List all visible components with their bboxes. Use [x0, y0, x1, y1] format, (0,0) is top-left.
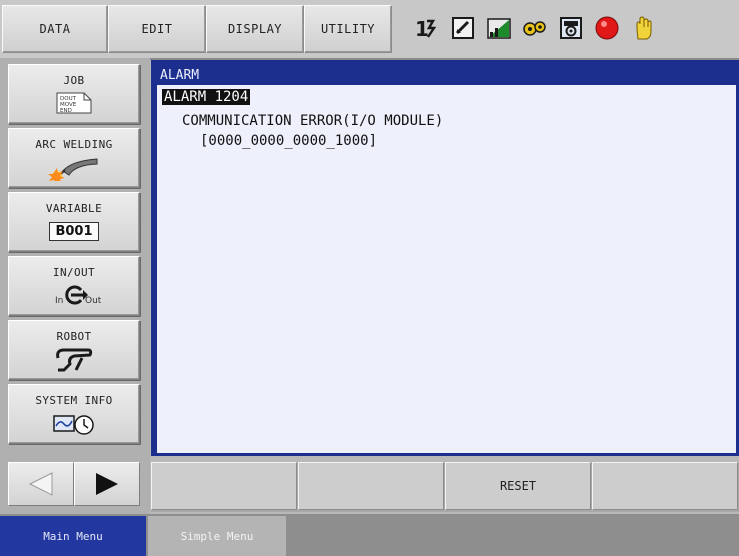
- next-page-button[interactable]: [74, 462, 140, 506]
- alarm-display: ALARM ALARM 1204 COMMUNICATION ERROR(I/O…: [154, 63, 736, 453]
- job-icon: DOUT MOVE END: [54, 91, 94, 115]
- tab-simple-menu[interactable]: Simple Menu: [148, 516, 286, 556]
- arrow-left-icon: [28, 472, 53, 496]
- sidebar-item-robot[interactable]: ROBOT: [8, 320, 140, 380]
- in-out-icon: In Out: [47, 283, 101, 307]
- arrow-right-icon: [96, 473, 118, 495]
- menu-display[interactable]: DISPLAY: [206, 5, 304, 53]
- softkey-2[interactable]: [298, 462, 444, 510]
- menu-edit[interactable]: EDIT: [108, 5, 206, 53]
- alarm-subcode: [0000_0000_0000_1000]: [200, 133, 378, 149]
- teach-mode-icon: [558, 15, 584, 41]
- sidebar-item-arc-welding[interactable]: ARC WELDING: [8, 128, 140, 188]
- page-arrow-area: [0, 456, 150, 514]
- softkey-1[interactable]: [151, 462, 297, 510]
- alarm-number[interactable]: ALARM 1204: [162, 89, 251, 105]
- sidebar-item-label: VARIABLE: [45, 202, 103, 215]
- menu-utility[interactable]: UTILITY: [304, 5, 392, 53]
- tab-main-menu[interactable]: Main Menu: [0, 516, 146, 556]
- security-key-icon: [522, 15, 548, 41]
- sidebar-item-label: IN/OUT: [52, 266, 96, 279]
- page-arrows: [8, 462, 140, 506]
- prev-page-button[interactable]: [8, 462, 74, 506]
- edit-lock-icon: [450, 15, 476, 41]
- variable-sample: B001: [49, 221, 99, 241]
- top-menu-bar: DATA EDIT DISPLAY UTILITY 1: [0, 0, 739, 60]
- status-bar: 1: [400, 5, 736, 51]
- alarm-panel: ALARM ALARM 1204 COMMUNICATION ERROR(I/O…: [151, 60, 739, 456]
- out-label: Out: [85, 296, 102, 306]
- welding-torch-icon: [47, 155, 101, 181]
- alarm-message: COMMUNICATION ERROR(I/O MODULE): [182, 113, 444, 129]
- sidebar-item-job[interactable]: JOB DOUT MOVE END: [8, 64, 140, 124]
- svg-text:1: 1: [415, 17, 429, 41]
- svg-text:END: END: [60, 108, 72, 114]
- sidebar-item-label: SYSTEM INFO: [35, 394, 113, 407]
- main-menu-sidebar: JOB DOUT MOVE END ARC WELDING VARIABLE B00…: [0, 58, 150, 464]
- robot-icon: [52, 347, 96, 372]
- sidebar-item-label: JOB: [63, 74, 85, 87]
- menu-tab-bar: Main Menu Simple Menu: [0, 514, 739, 556]
- system-info-icon: [50, 411, 98, 435]
- coord-mode-icon: 1: [414, 15, 440, 41]
- sidebar-item-system-info[interactable]: SYSTEM INFO: [8, 384, 140, 444]
- menu-data[interactable]: DATA: [2, 5, 108, 53]
- variable-icon: B001: [49, 219, 99, 243]
- hand-operation-icon: [630, 15, 656, 41]
- panel-header: [157, 63, 736, 85]
- softkey-bar: RESET: [151, 462, 739, 512]
- servo-status-icon: [594, 15, 620, 41]
- page-title: ALARM: [160, 68, 200, 83]
- reset-button[interactable]: RESET: [445, 462, 591, 510]
- softkey-4[interactable]: [592, 462, 738, 510]
- sidebar-item-label: ROBOT: [56, 330, 92, 343]
- sidebar-item-label: ARC WELDING: [35, 138, 113, 151]
- speed-level-icon: [486, 15, 512, 41]
- sidebar-item-variable[interactable]: VARIABLE B001: [8, 192, 140, 252]
- sidebar-item-in-out[interactable]: IN/OUT In Out: [8, 256, 140, 316]
